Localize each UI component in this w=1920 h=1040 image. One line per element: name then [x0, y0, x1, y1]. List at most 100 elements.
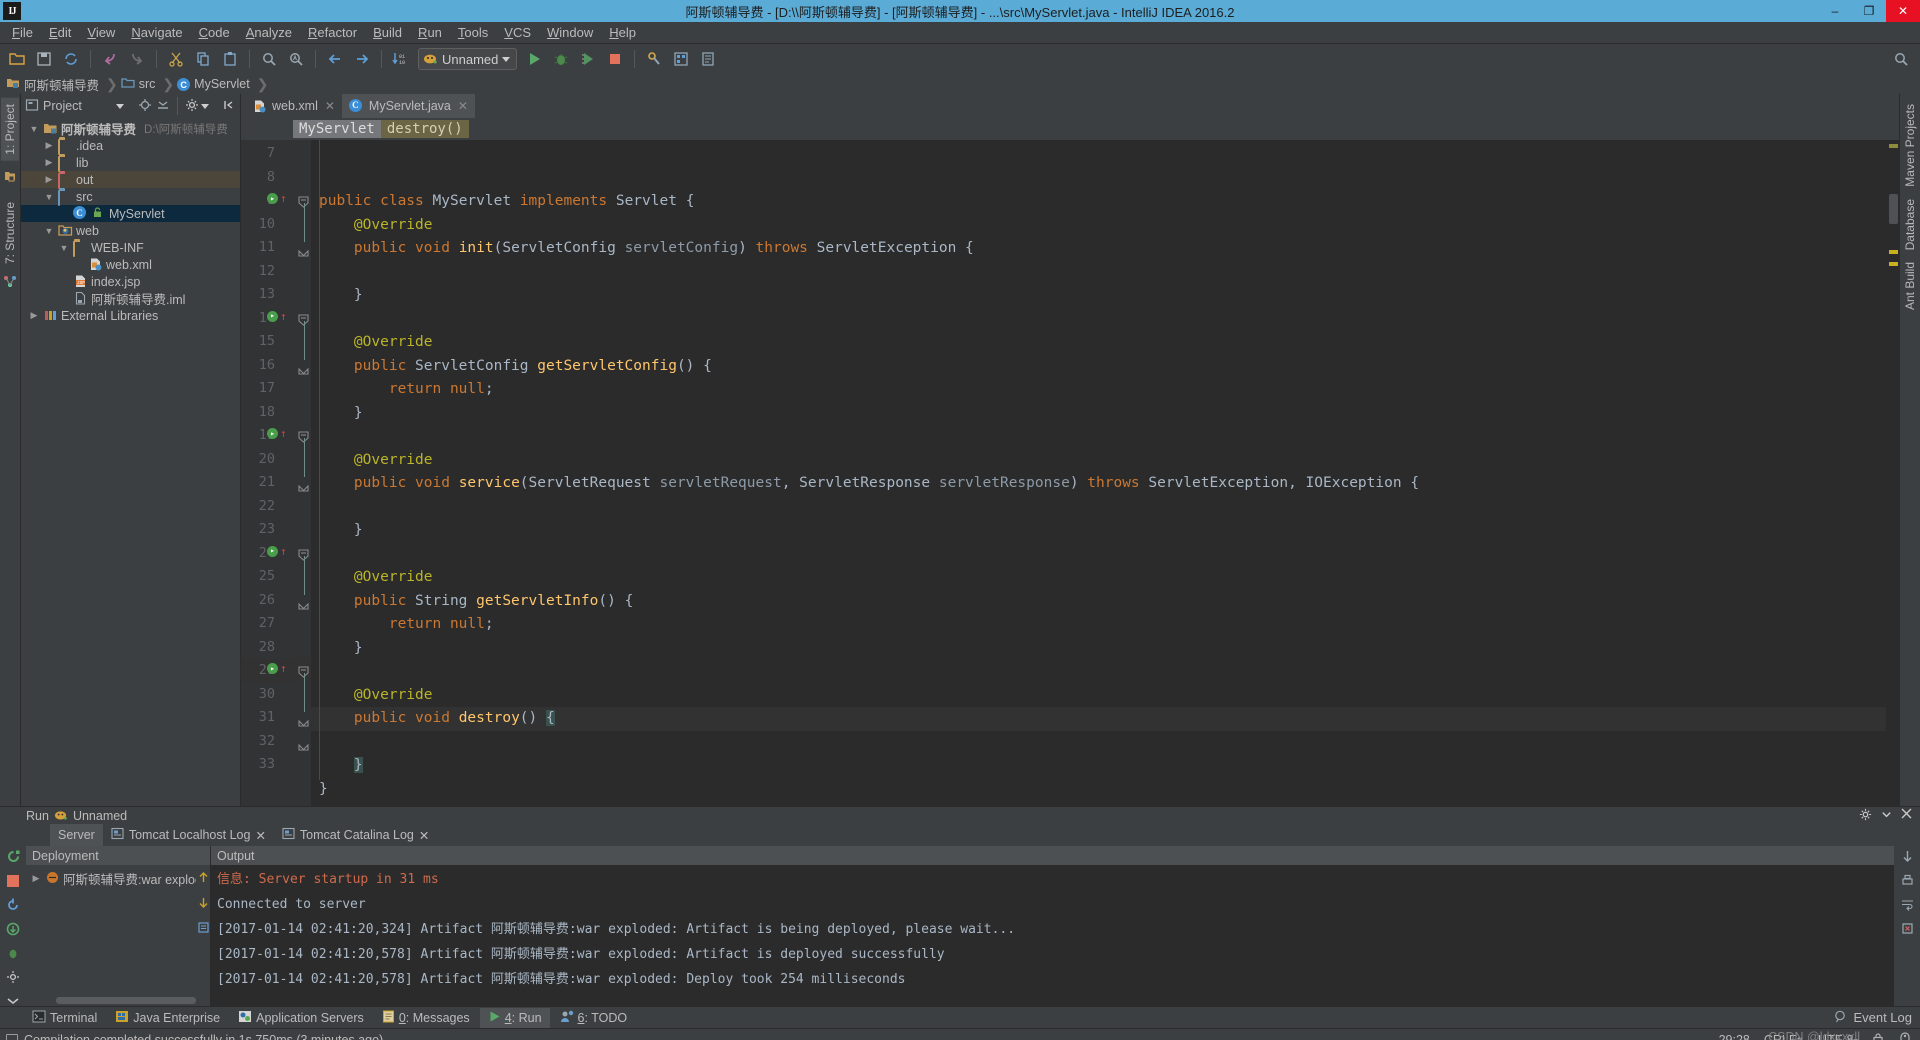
code-line-22[interactable]	[311, 543, 1886, 567]
debug-icon[interactable]	[548, 46, 574, 72]
deployment-hscrollbar[interactable]	[56, 997, 196, 1004]
close-icon[interactable]: ✕	[325, 99, 335, 113]
close-button[interactable]: ✕	[1886, 0, 1920, 22]
code-line-8[interactable]: @Override	[311, 214, 1886, 238]
marker-warning[interactable]	[1889, 144, 1898, 148]
project-tree[interactable]: ▼ 阿斯顿辅导费 D:\阿斯顿辅导费 ▶ .idea ▶ lib ▶ out ▼ src C MySer…	[21, 118, 240, 806]
menu-item-view[interactable]: View	[79, 23, 123, 42]
tree-twisty[interactable]: ▼	[43, 192, 55, 202]
run-tab-server[interactable]: Server	[50, 824, 103, 846]
caret-position[interactable]: 29:28	[1719, 1033, 1750, 1040]
chevron-right-icon[interactable]: ▶	[30, 873, 42, 884]
sdk-icon[interactable]	[695, 46, 721, 72]
menu-item-help[interactable]: Help	[601, 23, 644, 42]
run-method-icon[interactable]: ▸	[267, 310, 278, 322]
run-method-icon[interactable]: ▸	[267, 193, 278, 204]
debug-icon[interactable]	[6, 946, 20, 963]
paste-icon[interactable]	[217, 46, 243, 72]
tool-window-button-run[interactable]: 4: Run	[479, 1007, 550, 1028]
close-icon[interactable]: ✕	[255, 828, 265, 843]
menu-item-tools[interactable]: Tools	[450, 23, 496, 42]
right-tool-tab-maven-projects[interactable]: Maven Projects	[1901, 98, 1919, 193]
scroll-to-end-icon[interactable]	[1901, 850, 1914, 866]
fold-line-17[interactable]	[297, 375, 311, 399]
code-line-30[interactable]	[311, 731, 1886, 755]
gutter-line-16[interactable]: 16	[241, 354, 297, 378]
code-line-31[interactable]: }	[311, 754, 1886, 778]
gutter-line-10[interactable]: 10	[241, 213, 297, 237]
tree-node-MyServlet[interactable]: C MyServlet	[21, 205, 240, 222]
tree-node-External Libraries[interactable]: ▶ External Libraries	[21, 307, 240, 324]
code-line-28[interactable]: @Override	[311, 684, 1886, 708]
editor-tab-MyServlet.java[interactable]: C MyServlet.java ✕	[341, 94, 475, 118]
gutter-line-21[interactable]: 21	[241, 471, 297, 495]
code-line-11[interactable]: }	[311, 284, 1886, 308]
gear-icon[interactable]	[185, 98, 199, 115]
maximize-button[interactable]: ❐	[1852, 0, 1886, 22]
override-marker-icon[interactable]: ↑	[280, 663, 287, 674]
menu-item-refactor[interactable]: Refactor	[300, 23, 365, 42]
menu-item-code[interactable]: Code	[191, 23, 238, 42]
gutter-line-26[interactable]: 26	[241, 589, 297, 613]
override-marker-icon[interactable]: ↑	[280, 193, 287, 204]
tool-window-button-applicationservers[interactable]: Application Servers	[230, 1008, 372, 1028]
hide-panel-icon[interactable]	[222, 98, 236, 115]
gutter-line-15[interactable]: 15	[241, 330, 297, 354]
tool-window-button-terminal[interactable]: Terminal	[24, 1008, 105, 1028]
editor-gutter[interactable]: 7 8 9▸↑ 10 11 12 13 14▸↑ 15 16 17 18 19▸↑ 20 21 22 23 24▸…	[241, 140, 297, 806]
gutter-line-31[interactable]: 31	[241, 706, 297, 730]
event-log-area[interactable]: Event Log	[1834, 1010, 1920, 1026]
settings-icon[interactable]	[641, 46, 667, 72]
gutter-line-24[interactable]: 24▸↑	[241, 542, 297, 566]
fold-line-32[interactable]	[297, 728, 311, 752]
breadcrumb-item-2[interactable]: C MyServlet	[177, 77, 254, 92]
fold-line-12[interactable]	[297, 258, 311, 282]
expand-icon[interactable]	[6, 994, 20, 1011]
soft-wrap-icon[interactable]	[1901, 898, 1914, 914]
editor-marker-bar[interactable]	[1886, 140, 1899, 806]
menu-item-analyze[interactable]: Analyze	[238, 23, 300, 42]
open-folder-icon[interactable]	[4, 46, 30, 72]
close-panel-icon[interactable]	[1901, 808, 1912, 824]
gutter-line-7[interactable]: 7	[241, 142, 297, 166]
tree-node-web[interactable]: ▼ web	[21, 222, 240, 239]
menu-item-vcs[interactable]: VCS	[496, 23, 539, 42]
tool-window-button-todo[interactable]: 6: TODO	[552, 1008, 636, 1028]
chevron-down-icon[interactable]	[116, 103, 124, 109]
marker-warning[interactable]	[1889, 250, 1898, 254]
code-text[interactable]: public class MyServlet implements Servle…	[311, 140, 1886, 806]
project-structure-icon[interactable]	[668, 46, 694, 72]
fold-line-7[interactable]	[297, 140, 311, 164]
print-icon[interactable]	[1901, 874, 1914, 890]
copy-icon[interactable]	[190, 46, 216, 72]
scroll-up-icon[interactable]	[198, 871, 209, 886]
gutter-line-12[interactable]: 12	[241, 260, 297, 284]
sidebar-item-project[interactable]: 1: Project	[1, 98, 19, 161]
menu-item-navigate[interactable]: Navigate	[123, 23, 190, 42]
tree-twisty[interactable]: ▼	[58, 243, 70, 253]
run-configuration-selector[interactable]: Unnamed	[418, 48, 518, 70]
editor-tab-web.xml[interactable]: web.xml ✕	[245, 94, 342, 118]
run-method-icon[interactable]: ▸	[267, 663, 278, 674]
tree-node-WEB-INF[interactable]: ▼ WEB-INF	[21, 239, 240, 257]
minimize-panel-icon[interactable]	[1880, 808, 1893, 824]
gutter-line-8[interactable]: 8	[241, 166, 297, 190]
rerun-icon[interactable]	[6, 849, 21, 867]
run-icon[interactable]	[521, 46, 547, 72]
build-status-icon[interactable]	[6, 1033, 18, 1040]
structure-crumb-destroy[interactable]: destroy()	[380, 120, 469, 138]
gutter-line-18[interactable]: 18	[241, 401, 297, 425]
run-method-icon[interactable]: ▸	[267, 545, 278, 557]
stop-icon[interactable]	[602, 46, 628, 72]
code-line-10[interactable]	[311, 261, 1886, 285]
replace-icon[interactable]	[283, 46, 309, 72]
tree-twisty[interactable]: ▶	[43, 157, 55, 168]
code-editor[interactable]: 7 8 9▸↑ 10 11 12 13 14▸↑ 15 16 17 18 19▸↑ 20 21 22 23 24▸…	[241, 140, 1899, 806]
collapse-target-icon[interactable]	[138, 98, 152, 115]
back-icon[interactable]	[97, 46, 123, 72]
gutter-line-25[interactable]: 25	[241, 565, 297, 589]
gutter-line-32[interactable]: 32	[241, 730, 297, 754]
marker-warning[interactable]	[1889, 262, 1898, 266]
breadcrumb-item-0[interactable]: 阿斯顿辅导费	[6, 75, 103, 94]
update-app-icon[interactable]	[6, 922, 20, 939]
